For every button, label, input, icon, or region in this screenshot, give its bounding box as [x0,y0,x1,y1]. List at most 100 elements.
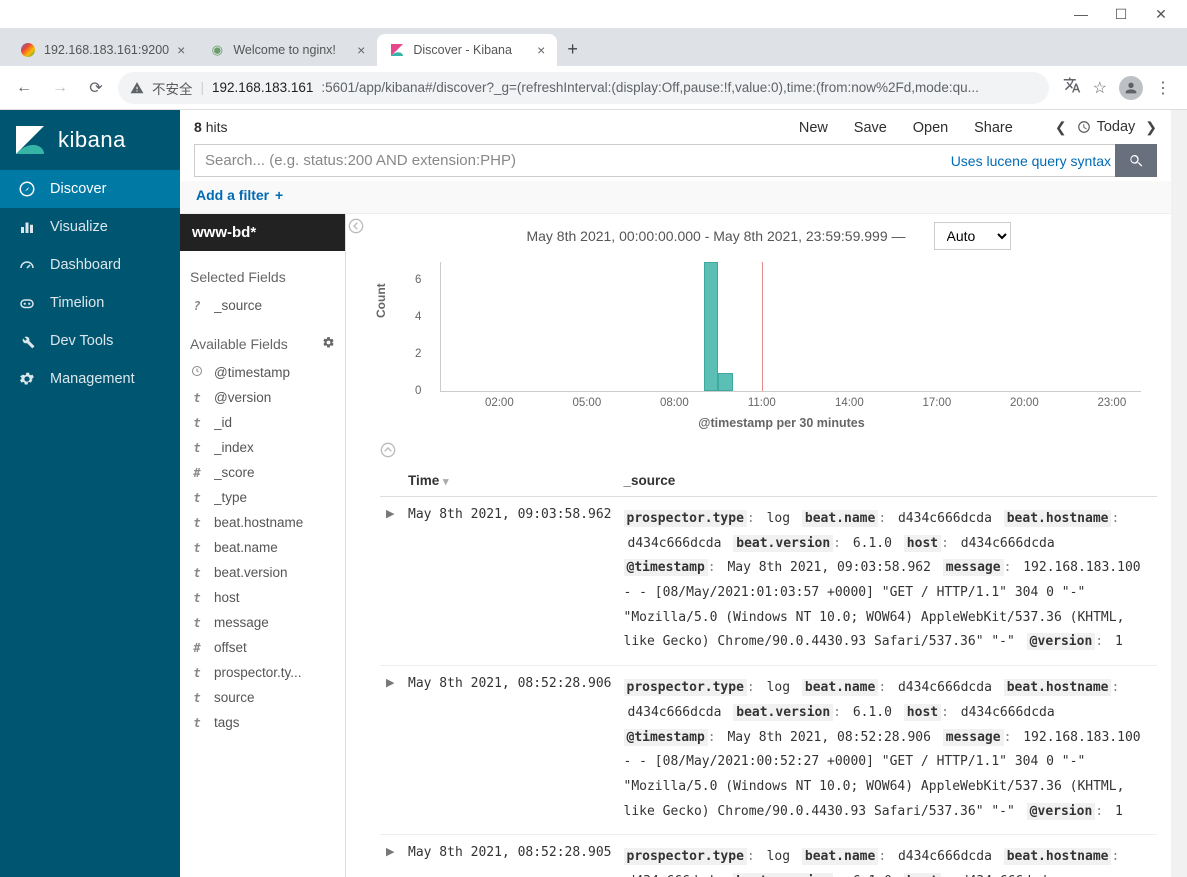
filter-bar: Add a filter + [180,181,1171,214]
browser-tab[interactable]: ◉Welcome to nginx!× [197,34,377,66]
nav-item-dashboard[interactable]: Dashboard [0,246,180,284]
col-time[interactable]: Time ▾ [402,465,618,497]
interval-select[interactable]: Auto [934,222,1011,250]
expand-row-icon[interactable]: ▶ [380,497,402,666]
col-source[interactable]: _source [618,465,1158,497]
field-type-icon: t [190,616,204,630]
field-item[interactable]: t_id [190,410,335,435]
time-picker-button[interactable]: Today [1077,119,1136,135]
kebab-menu-icon[interactable]: ⋮ [1155,78,1171,98]
chart-xlabel: @timestamp per 30 minutes [422,416,1141,430]
scroll-top-icon[interactable] [366,438,1171,465]
kibana-logo-icon [14,124,46,156]
star-icon[interactable]: ☆ [1093,78,1107,98]
field-item[interactable]: tsource [190,685,335,710]
table-row: ▶May 8th 2021, 08:52:28.906prospector.ty… [380,666,1157,835]
histogram-chart[interactable]: Count 024602:0005:0008:0011:0014:0017:00… [366,258,1171,438]
field-item[interactable]: #offset [190,635,335,660]
wrench-icon [18,332,36,350]
index-pattern-selector[interactable]: www-bd* [180,214,345,251]
share-link[interactable]: Share [974,120,1013,136]
nav-item-dev-tools[interactable]: Dev Tools [0,322,180,360]
collapse-fields-icon[interactable] [346,214,366,877]
minimize-icon[interactable]: — [1061,6,1101,22]
field-name: @timestamp [214,365,335,380]
field-item[interactable]: @timestamp [190,360,335,385]
nav-item-visualize[interactable]: Visualize [0,208,180,246]
compass-icon [18,180,36,198]
time-prev-icon[interactable]: ❮ [1055,119,1067,136]
field-item[interactable]: tmessage [190,610,335,635]
field-type-icon: # [190,641,204,655]
browser-address-bar: ← → ⟳ 不安全 | 192.168.183.161:5601/app/kib… [0,66,1187,110]
field-item[interactable]: t_index [190,435,335,460]
maximize-icon[interactable]: ☐ [1101,6,1141,23]
search-button[interactable] [1115,144,1157,177]
field-item[interactable]: thost [190,585,335,610]
kibana-logo[interactable]: kibana [0,110,180,170]
field-name: beat.name [214,540,335,555]
tab-close-icon[interactable]: × [177,42,185,58]
histogram-bar[interactable] [718,373,733,391]
field-item[interactable]: ttags [190,710,335,735]
tab-close-icon[interactable]: × [537,42,545,58]
fields-settings-icon[interactable] [322,336,335,352]
field-item[interactable]: tbeat.name [190,535,335,560]
time-cell: May 8th 2021, 09:03:58.962 [402,497,618,666]
field-item[interactable]: tprospector.ty... [190,660,335,685]
save-link[interactable]: Save [854,120,887,136]
field-type-icon: t [190,591,204,605]
tab-close-icon[interactable]: × [357,42,365,58]
histogram-bar[interactable] [704,262,719,391]
url-path: :5601/app/kibana#/discover?_g=(refreshIn… [321,80,978,95]
nav-item-management[interactable]: Management [0,360,180,398]
nav-item-timelion[interactable]: Timelion [0,284,180,322]
kibana-brand-text: kibana [58,127,126,153]
translate-icon[interactable] [1063,76,1081,99]
forward-icon[interactable]: → [46,79,74,97]
expand-row-icon[interactable]: ▶ [380,666,402,835]
lucene-syntax-link[interactable]: Uses lucene query syntax [951,153,1111,169]
time-cell: May 8th 2021, 08:52:28.905 [402,835,618,877]
available-fields-title: Available Fields [190,336,288,352]
field-type-icon: t [190,566,204,580]
open-link[interactable]: Open [913,120,948,136]
nav-label: Visualize [50,219,108,235]
y-tick: 0 [415,385,421,397]
x-tick: 08:00 [660,397,689,409]
tab-favicon [20,42,36,58]
back-icon[interactable]: ← [10,79,38,97]
expand-row-icon[interactable]: ▶ [380,835,402,877]
field-item[interactable]: t_type [190,485,335,510]
time-next-icon[interactable]: ❯ [1145,119,1157,136]
url-input[interactable]: 不安全 | 192.168.183.161:5601/app/kibana#/d… [118,72,1049,104]
browser-tab[interactable]: 192.168.183.161:9200× [8,34,197,66]
field-name: beat.version [214,565,335,580]
field-type-icon: # [190,466,204,480]
browser-tab[interactable]: Discover - Kibana× [377,34,557,66]
page-scrollbar[interactable] [1171,110,1187,877]
field-item[interactable]: #_score [190,460,335,485]
reload-icon[interactable]: ⟳ [82,78,110,98]
new-tab-button[interactable]: + [557,33,588,66]
x-tick: 17:00 [922,397,951,409]
kibana-sidenav: kibana Discover Visualize Dashboard Timelio… [0,110,180,877]
field-type-icon: t [190,441,204,455]
field-name: host [214,590,335,605]
new-link[interactable]: New [799,120,828,136]
close-icon[interactable]: ✕ [1141,6,1181,23]
field-item[interactable]: t@version [190,385,335,410]
now-marker [762,262,763,391]
field-item[interactable]: tbeat.hostname [190,510,335,535]
add-filter-link[interactable]: Add a filter + [194,187,283,203]
x-tick: 23:00 [1097,397,1126,409]
field-item[interactable]: t beat.version [190,560,335,585]
field-item[interactable]: ?_source [190,293,335,318]
nav-label: Dashboard [50,257,121,273]
nav-label: Dev Tools [50,333,113,349]
nav-item-discover[interactable]: Discover [0,170,180,208]
x-tick: 05:00 [572,397,601,409]
selected-fields-title: Selected Fields [190,269,335,285]
window-controls: — ☐ ✕ [0,0,1187,28]
profile-avatar-icon[interactable] [1119,76,1143,100]
